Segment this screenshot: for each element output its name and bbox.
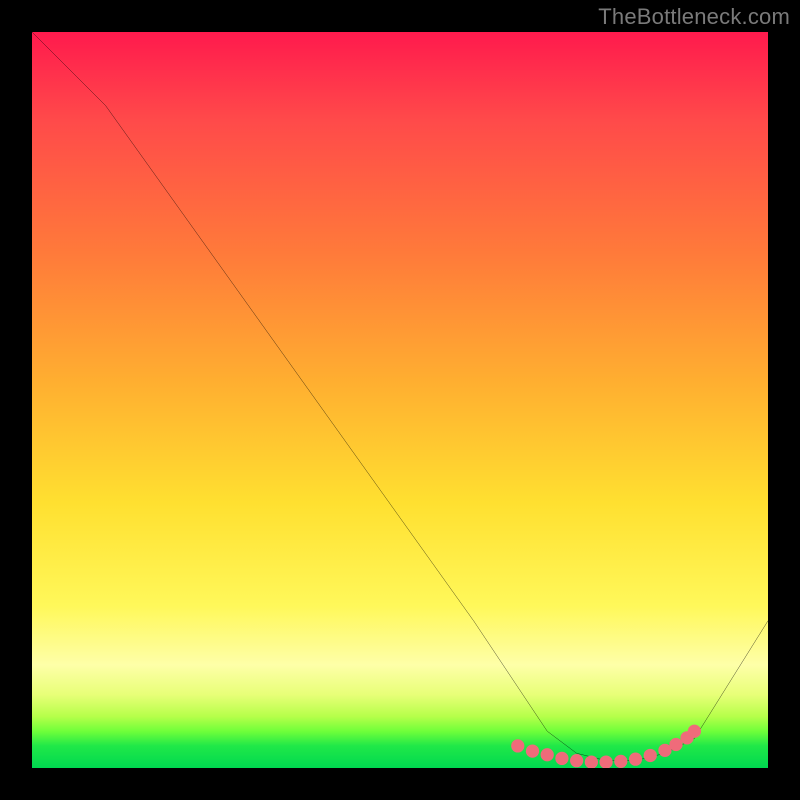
marker-dot <box>599 755 612 768</box>
marker-dot <box>644 749 657 762</box>
marker-dot <box>541 748 554 761</box>
chart-frame: TheBottleneck.com <box>0 0 800 800</box>
marker-dot <box>669 738 682 751</box>
marker-dot <box>555 752 568 765</box>
chart-svg <box>32 32 768 768</box>
marker-dot <box>614 755 627 768</box>
bottleneck-curve <box>32 32 768 761</box>
marker-dot <box>688 725 701 738</box>
marker-dot <box>585 755 598 768</box>
optimal-markers <box>511 725 701 768</box>
watermark-text: TheBottleneck.com <box>598 4 790 30</box>
marker-dot <box>629 753 642 766</box>
marker-dot <box>570 754 583 767</box>
marker-dot <box>511 739 524 752</box>
marker-dot <box>526 744 539 757</box>
